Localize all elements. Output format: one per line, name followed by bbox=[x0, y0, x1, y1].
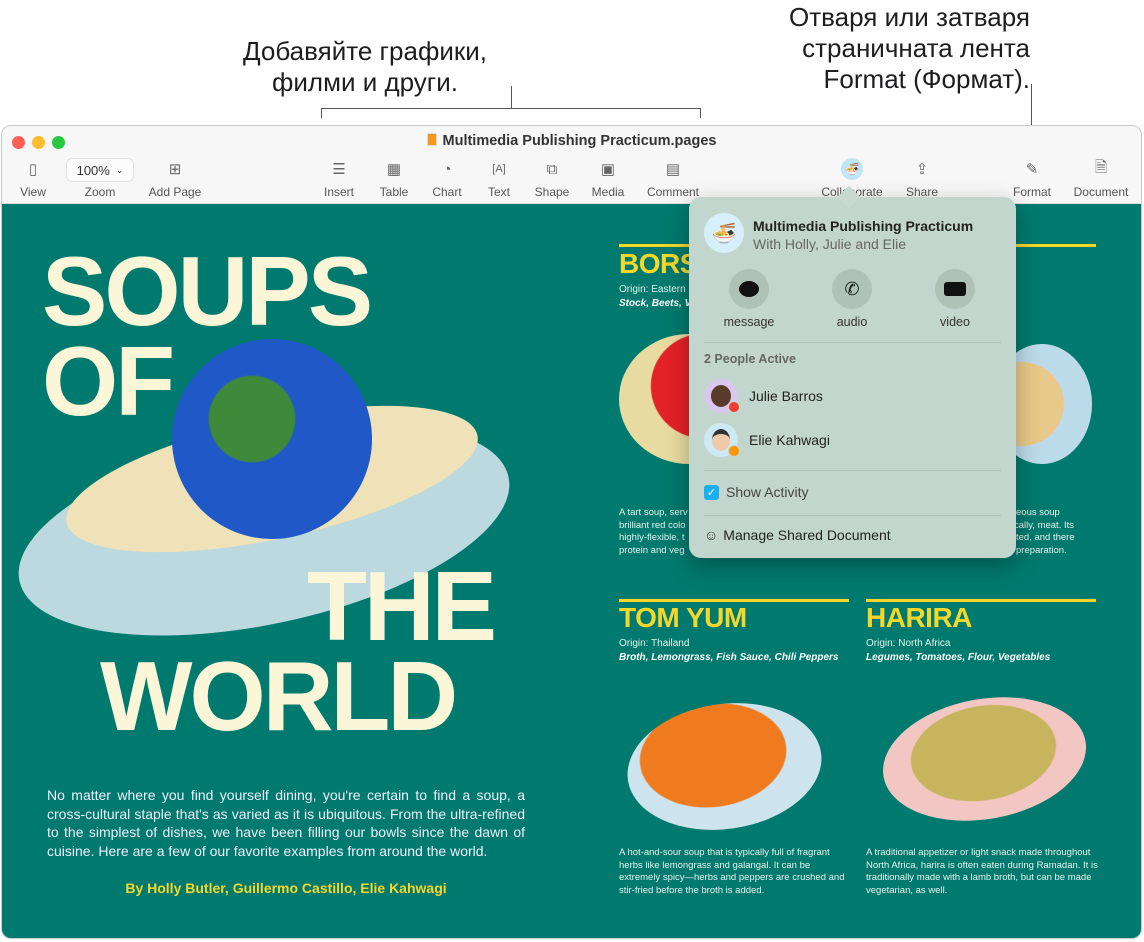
zoom-label: Zoom bbox=[84, 185, 116, 199]
message-label: message bbox=[723, 315, 775, 329]
comment-icon: ▤ bbox=[665, 161, 681, 178]
show-activity-checkbox[interactable]: ✓ Show Activity bbox=[704, 484, 808, 500]
intro-paragraph: No matter where you find yourself dining… bbox=[47, 787, 525, 859]
harira-origin: Origin: North Africa bbox=[866, 638, 951, 649]
document-thumbnail: 🍜 bbox=[704, 213, 744, 253]
globe-illustration bbox=[172, 339, 372, 539]
byline: By Holly Butler, Guillermo Castillo, Eli… bbox=[125, 880, 447, 896]
checkmark-icon: ✓ bbox=[704, 484, 719, 500]
window-title: Multimedia Publishing Practicum.pages bbox=[2, 133, 1141, 149]
tomyum-title: TOM YUM bbox=[619, 602, 747, 633]
borscht-title: BORS bbox=[619, 248, 698, 279]
media-button[interactable]: ▣ Media bbox=[573, 158, 643, 199]
share-icon: ⇪ bbox=[915, 161, 929, 178]
divider bbox=[704, 342, 1001, 343]
people-settings-icon: ☺ bbox=[704, 527, 719, 543]
borscht-description: A tart soup, serv brilliant red colo highl… bbox=[619, 507, 688, 556]
person-row[interactable]: Elie Kahwagi bbox=[704, 423, 994, 459]
view-button[interactable]: ▯ View bbox=[2, 158, 68, 199]
harira-title: HARIRA bbox=[866, 602, 972, 633]
tomyum-origin: Origin: Thailand bbox=[619, 638, 690, 649]
status-dot bbox=[728, 445, 740, 457]
audio-label: audio bbox=[836, 315, 868, 329]
message-button[interactable] bbox=[729, 269, 769, 309]
sidebar-icon: ▯ bbox=[28, 161, 38, 178]
toolbar: Multimedia Publishing Practicum.pages ▯ V… bbox=[2, 126, 1141, 204]
format-button[interactable]: ✎ Format bbox=[997, 158, 1067, 199]
share-button[interactable]: ⇪ Share bbox=[887, 158, 957, 199]
zoom-select[interactable]: 100% ⌄ bbox=[66, 158, 134, 182]
harira-description: A traditional appetizer or light snack m… bbox=[866, 847, 1098, 896]
harira-ingredients: Legumes, Tomatoes, Flour, Vegetables bbox=[866, 652, 1051, 663]
phone-icon: ✆ bbox=[844, 278, 860, 299]
borscht-origin: Origin: Eastern bbox=[619, 284, 686, 295]
video-label: video bbox=[940, 315, 970, 329]
popover-doc-title: Multimedia Publishing Practicum bbox=[753, 218, 974, 234]
pages-file-icon bbox=[426, 133, 437, 146]
add-page-button[interactable]: ⊞ Add Page bbox=[140, 158, 210, 199]
callout-bracket-left bbox=[321, 108, 322, 118]
tomyum-description: A hot-and-sour soup that is typically fu… bbox=[619, 847, 845, 896]
chevron-down-icon: ⌄ bbox=[115, 164, 124, 175]
message-bubble-icon bbox=[739, 281, 759, 297]
person-name: Julie Barros bbox=[749, 388, 823, 404]
manage-shared-document-button[interactable]: ☺ Manage Shared Document bbox=[704, 527, 891, 543]
tomyum-bowl-illustration bbox=[619, 691, 830, 842]
soup-bowl-icon: 🍜 bbox=[841, 158, 863, 180]
comment-button[interactable]: ▤ Comment bbox=[638, 158, 708, 199]
divider bbox=[704, 515, 1001, 516]
borscht-ingredients: Stock, Beets, Ve bbox=[619, 298, 697, 309]
video-camera-icon bbox=[944, 282, 966, 296]
paintbrush-icon: ✎ bbox=[1025, 161, 1039, 178]
status-dot bbox=[728, 401, 740, 413]
collaborate-popover: 🍜 Multimedia Publishing Practicum With H… bbox=[689, 185, 1016, 558]
callout-bracket-right bbox=[700, 108, 701, 118]
plus-square-icon: ⊞ bbox=[168, 161, 182, 178]
document-icon: 🗎 bbox=[1094, 158, 1108, 176]
callout-bracket-stem bbox=[511, 86, 512, 108]
audio-button[interactable]: ✆ bbox=[832, 269, 872, 309]
popover-participants: With Holly, Julie and Elie bbox=[753, 236, 907, 252]
person-row[interactable]: Julie Barros bbox=[704, 379, 994, 415]
photo-icon: ▣ bbox=[600, 161, 616, 178]
title-word-of: OF bbox=[42, 326, 175, 436]
callout-add-media: Добавяйте графики, филми и други. bbox=[243, 36, 487, 97]
harira-bowl-illustration bbox=[873, 682, 1096, 836]
person-name: Elie Kahwagi bbox=[749, 432, 830, 448]
callout-bracket bbox=[321, 108, 701, 109]
title-word-world: WORLD bbox=[100, 641, 458, 751]
people-active-heading: 2 People Active bbox=[704, 352, 796, 366]
tomyum-ingredients: Broth, Lemongrass, Fish Sauce, Chili Pep… bbox=[619, 652, 839, 663]
document-button[interactable]: 🗎 Document bbox=[1066, 158, 1136, 200]
callout-format: Отваря или затваря страничната лента For… bbox=[789, 2, 1030, 94]
divider bbox=[704, 470, 1001, 471]
video-button[interactable] bbox=[935, 269, 975, 309]
